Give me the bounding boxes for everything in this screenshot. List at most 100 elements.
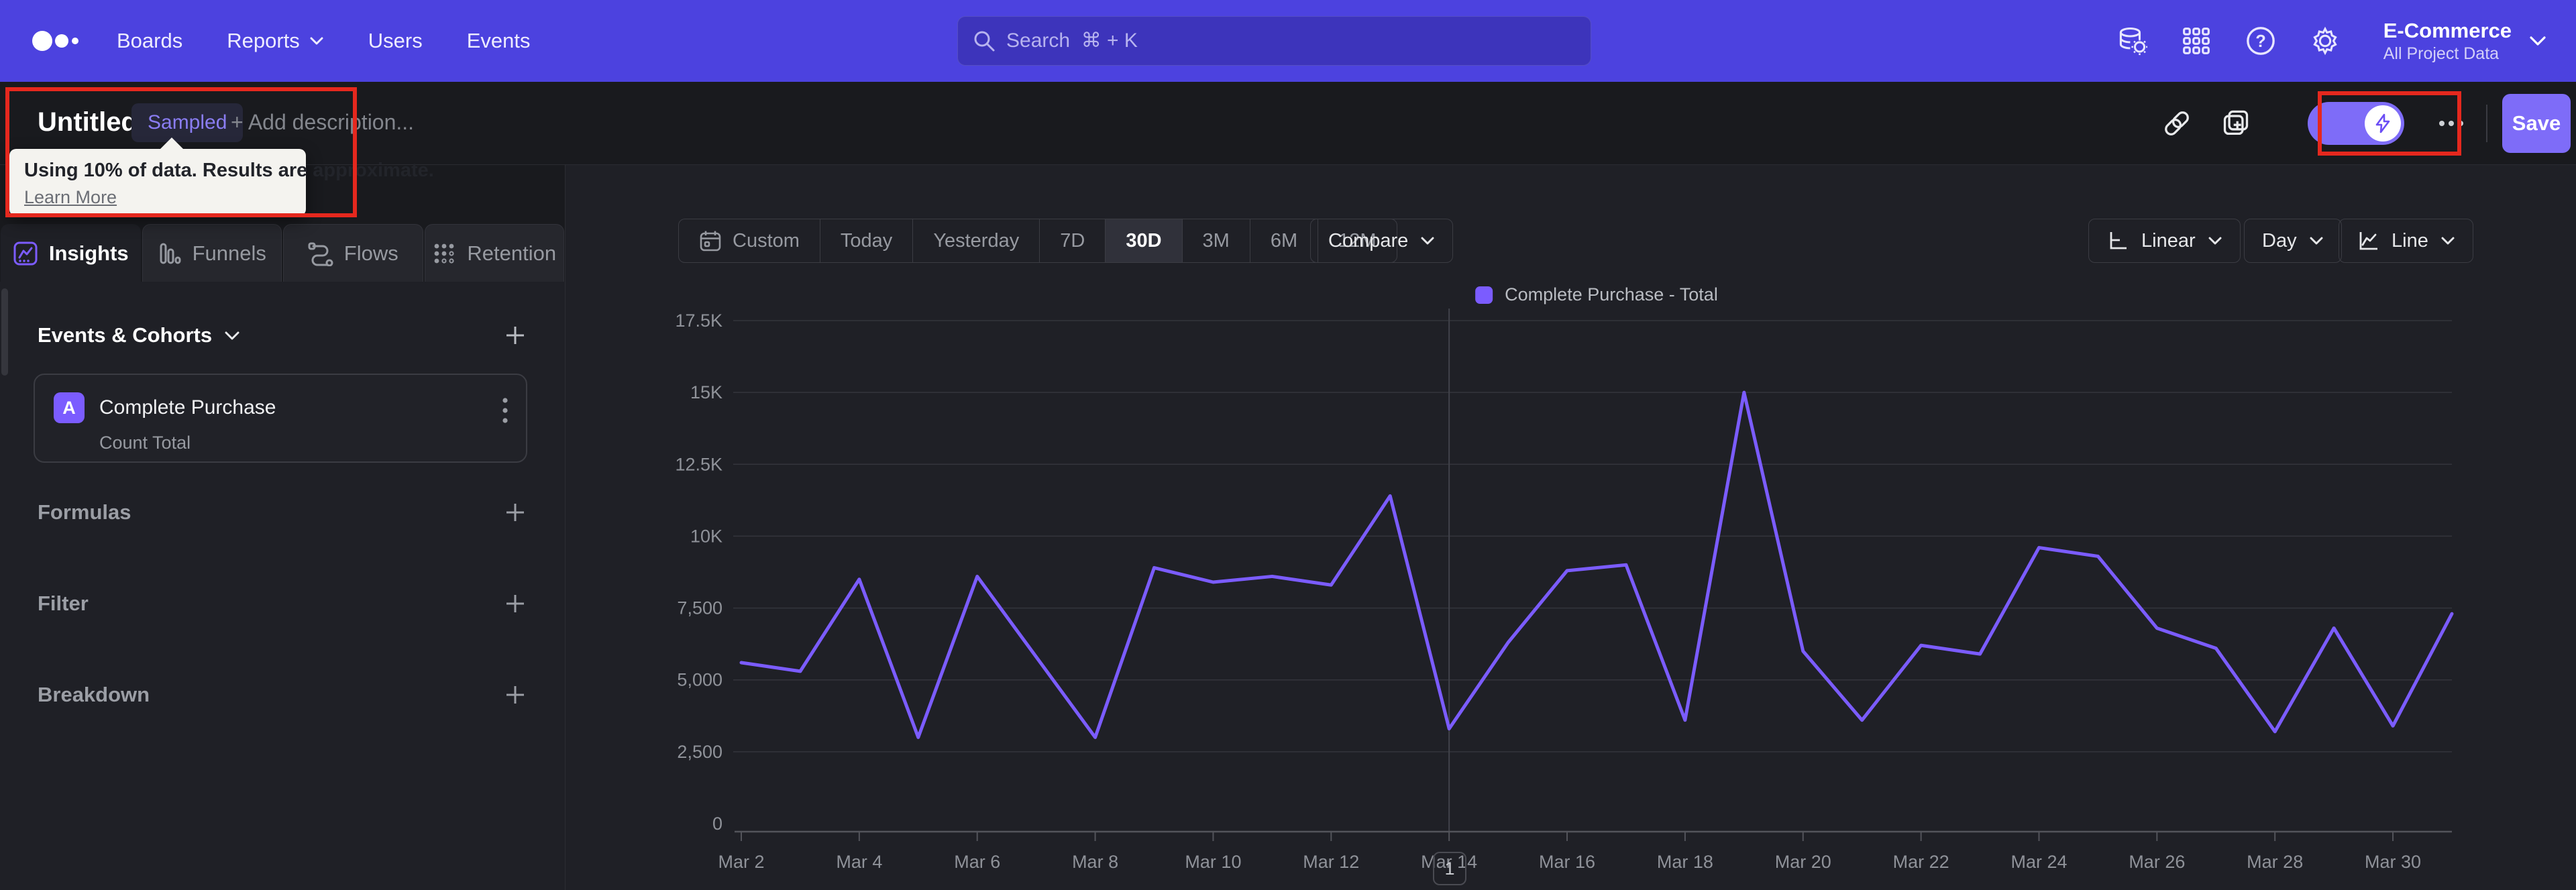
add-breakdown-button[interactable] bbox=[503, 683, 527, 707]
calendar-icon bbox=[700, 231, 721, 252]
help-icon[interactable]: ? bbox=[2245, 25, 2276, 56]
search-input[interactable] bbox=[1006, 30, 1576, 52]
nav-item-users[interactable]: Users bbox=[368, 29, 423, 53]
range-7d[interactable]: 7D bbox=[1039, 219, 1105, 262]
project-scope: All Project Data bbox=[2383, 44, 2500, 63]
section-label: Filter bbox=[38, 592, 89, 615]
button-label: Compare bbox=[1328, 229, 1409, 252]
report-title[interactable]: Untitled bbox=[38, 107, 138, 137]
range-custom[interactable]: Custom bbox=[679, 219, 820, 262]
range-yesterday[interactable]: Yesterday bbox=[912, 219, 1039, 262]
range-6m[interactable]: 6M bbox=[1249, 219, 1318, 262]
nav-item-label: Reports bbox=[227, 29, 300, 52]
scale-dropdown[interactable]: Linear bbox=[2088, 219, 2241, 263]
tab-flows[interactable]: Flows bbox=[283, 224, 423, 282]
interval-dropdown[interactable]: Day bbox=[2244, 219, 2342, 263]
sampled-badge[interactable]: Sampled bbox=[131, 103, 244, 142]
date-range-control: Custom Today Yesterday 7D 30D 3M 6M 12M bbox=[678, 219, 1397, 263]
chevron-down-icon bbox=[225, 331, 239, 339]
range-30d[interactable]: 30D bbox=[1105, 219, 1182, 262]
svg-text:12.5K: 12.5K bbox=[675, 454, 722, 474]
nav-item-label: Users bbox=[368, 29, 423, 52]
app-root: Boards Reports Users Events ? bbox=[0, 0, 2576, 890]
pagination-page[interactable]: 1 bbox=[1433, 852, 1466, 885]
tab-insights[interactable]: Insights bbox=[1, 224, 141, 282]
content-row: Insights Funnels Flows Retention Events … bbox=[0, 165, 2576, 890]
event-name[interactable]: Complete Purchase bbox=[99, 396, 276, 419]
search-bar[interactable] bbox=[957, 16, 1591, 66]
query-builder-sidebar: Insights Funnels Flows Retention Events … bbox=[0, 165, 566, 890]
section-label: Events & Cohorts bbox=[38, 323, 213, 347]
plus-icon bbox=[506, 595, 524, 612]
events-section-header: Events & Cohorts bbox=[38, 323, 527, 347]
project-selector[interactable]: E-Commerce All Project Data bbox=[2383, 18, 2546, 64]
mixpanel-logo-icon[interactable] bbox=[31, 26, 87, 56]
add-to-board-icon[interactable] bbox=[2217, 105, 2255, 142]
save-button[interactable]: Save bbox=[2502, 94, 2571, 153]
event-metric[interactable]: Count Total bbox=[99, 433, 191, 453]
data-management-icon[interactable] bbox=[2116, 25, 2147, 56]
event-options-icon[interactable] bbox=[502, 396, 508, 425]
report-actions: Save bbox=[2158, 82, 2576, 165]
search-icon bbox=[974, 31, 995, 52]
range-label: Yesterday bbox=[933, 229, 1020, 252]
range-3m[interactable]: 3M bbox=[1181, 219, 1250, 262]
svg-text:Mar 12: Mar 12 bbox=[1303, 852, 1359, 872]
apps-grid-icon[interactable] bbox=[2181, 25, 2212, 56]
tooltip-text: Using 10% of data. Results are approxima… bbox=[24, 160, 434, 181]
range-label: Today bbox=[840, 229, 893, 252]
add-filter-button[interactable] bbox=[503, 592, 527, 616]
svg-text:Mar 22: Mar 22 bbox=[1893, 852, 1949, 872]
filter-section: Filter bbox=[38, 592, 527, 616]
divider bbox=[2486, 105, 2487, 142]
button-label: Line bbox=[2392, 229, 2428, 252]
range-today[interactable]: Today bbox=[819, 219, 912, 262]
button-label: Day bbox=[2262, 229, 2297, 252]
settings-gear-icon[interactable] bbox=[2310, 25, 2341, 56]
tab-label: Flows bbox=[343, 241, 398, 265]
nav-menu: Boards Reports Users Events bbox=[117, 29, 531, 53]
sampling-toggle[interactable] bbox=[2308, 102, 2404, 145]
chevron-down-icon bbox=[2530, 36, 2546, 46]
chevron-down-icon bbox=[2441, 237, 2455, 245]
more-options-icon[interactable] bbox=[2432, 105, 2470, 142]
svg-text:17.5K: 17.5K bbox=[675, 311, 722, 331]
chart-type-dropdown[interactable]: Line bbox=[2339, 219, 2473, 263]
svg-text:Mar 6: Mar 6 bbox=[954, 852, 1000, 872]
line-chart[interactable]: 0 2,500 5,000 7,500 10K 12.5K 15K 17.5K Mar 2 Mar… bbox=[566, 299, 2575, 890]
tab-retention[interactable]: Retention bbox=[424, 224, 564, 282]
formulas-section: Formulas bbox=[38, 500, 527, 524]
events-section-title[interactable]: Events & Cohorts bbox=[38, 323, 240, 347]
range-label: 6M bbox=[1270, 229, 1298, 252]
scrollbar-thumb[interactable] bbox=[1, 288, 8, 376]
event-card[interactable]: A Complete Purchase Count Total bbox=[34, 374, 527, 463]
add-description[interactable]: + Add description... bbox=[231, 110, 414, 135]
breakdown-section: Breakdown bbox=[38, 683, 527, 707]
add-formula-button[interactable] bbox=[503, 500, 527, 524]
tab-funnels[interactable]: Funnels bbox=[142, 224, 282, 282]
plus-icon bbox=[506, 327, 524, 344]
nav-item-label: Boards bbox=[117, 29, 183, 52]
svg-text:?: ? bbox=[2255, 32, 2266, 51]
svg-text:Mar 10: Mar 10 bbox=[1185, 852, 1241, 872]
add-event-button[interactable] bbox=[503, 323, 527, 347]
svg-text:Mar 18: Mar 18 bbox=[1657, 852, 1713, 872]
section-label: Formulas bbox=[38, 500, 131, 524]
range-label: 3M bbox=[1202, 229, 1230, 252]
top-nav: Boards Reports Users Events ? bbox=[0, 0, 2576, 82]
chevron-down-icon bbox=[310, 37, 323, 45]
tab-label: Funnels bbox=[192, 241, 266, 265]
tooltip-learn-more-link[interactable]: Learn More bbox=[24, 187, 117, 208]
nav-item-label: Events bbox=[466, 29, 531, 52]
lightning-icon bbox=[2375, 113, 2390, 133]
tab-label: Retention bbox=[467, 241, 557, 265]
compare-dropdown[interactable]: Compare bbox=[1310, 219, 1454, 263]
copy-link-icon[interactable] bbox=[2158, 105, 2196, 142]
nav-item-boards[interactable]: Boards bbox=[117, 29, 182, 53]
retention-icon bbox=[434, 243, 454, 264]
nav-item-reports[interactable]: Reports bbox=[227, 29, 324, 53]
chart-panel: Custom Today Yesterday 7D 30D 3M 6M 12M … bbox=[566, 165, 2576, 890]
nav-right-cluster: ? E-Commerce All Project Data bbox=[2116, 0, 2546, 82]
range-label: Custom bbox=[733, 229, 800, 252]
nav-item-events[interactable]: Events bbox=[467, 29, 531, 53]
